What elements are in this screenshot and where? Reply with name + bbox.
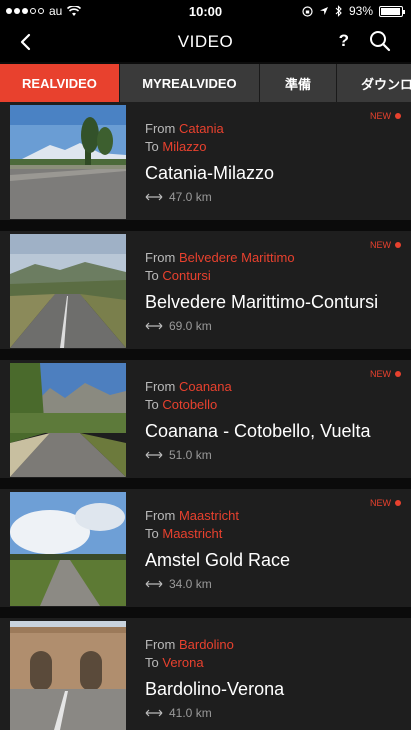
from-city: Catania <box>178 121 224 136</box>
from-city: Maastricht <box>178 508 239 523</box>
tab-myrealvideo[interactable]: MYREALVIDEO <box>120 64 260 102</box>
to-city: Contursi <box>162 268 211 283</box>
to-city: Cotobello <box>162 397 218 412</box>
video-title: Catania-Milazzo <box>145 163 275 183</box>
to-label: To <box>145 655 159 670</box>
new-dot-icon <box>395 371 401 377</box>
video-item-catania-milazzo[interactable]: From Catania To Milazzo Catania-Milazzo … <box>0 102 411 220</box>
video-title: Bardolino-Verona <box>145 679 285 699</box>
from-label: From <box>145 250 176 265</box>
to-label: To <box>145 526 159 541</box>
distance-value: 47.0 km <box>169 190 212 204</box>
from-city: Bardolino <box>178 637 234 652</box>
tab-preparation[interactable]: 準備 <box>260 64 337 102</box>
from-label: From <box>145 637 176 652</box>
page-title: VIDEO <box>177 32 234 51</box>
video-info: From Coanana To Cotobello Coanana - Coto… <box>145 378 370 462</box>
video-thumbnail <box>10 105 126 219</box>
to-label: To <box>145 397 159 412</box>
video-title: Coanana - Cotobello, Vuelta <box>145 421 371 441</box>
video-item-coanana-cotobello[interactable]: From Coanana To Cotobello Coanana - Coto… <box>0 360 411 478</box>
distance-value: 41.0 km <box>169 706 212 720</box>
distance-arrow-icon <box>145 322 163 330</box>
new-label: NEW <box>370 369 391 379</box>
new-dot-icon <box>395 113 401 119</box>
video-info: From Maastricht To Maastricht Amstel Gol… <box>145 507 290 591</box>
video-info: From Catania To Milazzo Catania-Milazzo … <box>145 120 274 204</box>
orientation-lock-icon <box>302 5 313 17</box>
battery-percent: 93% <box>348 4 373 18</box>
distance-arrow-icon <box>145 580 163 588</box>
status-bar: au 10:00 93% <box>0 0 411 22</box>
distance: 34.0 km <box>145 577 290 591</box>
to-label: To <box>145 268 159 283</box>
video-item-bardolino-verona[interactable]: From Bardolino To Verona Bardolino-Veron… <box>0 618 411 730</box>
distance-arrow-icon <box>145 451 163 459</box>
to-city: Verona <box>162 655 204 670</box>
video-thumbnail <box>10 621 126 730</box>
video-thumbnail <box>10 363 126 477</box>
bluetooth-icon <box>335 5 342 17</box>
distance-arrow-icon <box>145 709 163 717</box>
from-label: From <box>145 508 176 523</box>
video-item-belvedere-contursi[interactable]: From Belvedere Marittimo To Contursi Bel… <box>0 231 411 349</box>
video-info: From Bardolino To Verona Bardolino-Veron… <box>145 636 284 720</box>
battery-icon <box>379 5 405 17</box>
video-title: Amstel Gold Race <box>145 550 291 570</box>
new-dot-icon <box>395 242 401 248</box>
search-icon[interactable] <box>369 30 391 52</box>
navigation-bar: VIDEO ? <box>0 22 411 62</box>
distance-arrow-icon <box>145 193 163 201</box>
distance-value: 34.0 km <box>169 577 212 591</box>
distance-value: 69.0 km <box>169 319 212 333</box>
video-item-amstel-gold-race[interactable]: From Maastricht To Maastricht Amstel Gol… <box>0 489 411 607</box>
distance-value: 51.0 km <box>169 448 212 462</box>
status-right: 93% <box>302 4 405 18</box>
distance: 69.0 km <box>145 319 378 333</box>
tab-download[interactable]: ダウンロ <box>337 64 411 102</box>
distance: 51.0 km <box>145 448 370 462</box>
video-thumbnail <box>10 492 126 606</box>
new-label: NEW <box>370 240 391 250</box>
help-button[interactable]: ? <box>339 31 349 51</box>
tab-realvideo[interactable]: REALVIDEO <box>0 64 120 102</box>
new-badge: NEW <box>370 498 401 508</box>
new-label: NEW <box>370 498 391 508</box>
to-city: Milazzo <box>162 139 207 154</box>
to-city: Maastricht <box>162 526 223 541</box>
new-badge: NEW <box>370 240 401 250</box>
new-label: NEW <box>370 111 391 121</box>
to-label: To <box>145 139 159 154</box>
video-title: Belvedere Marittimo-Contursi <box>145 292 379 312</box>
distance: 47.0 km <box>145 190 274 204</box>
new-dot-icon <box>395 500 401 506</box>
tab-bar: REALVIDEO MYREALVIDEO 準備 ダウンロ <box>0 64 411 102</box>
from-label: From <box>145 379 176 394</box>
video-thumbnail <box>10 234 126 348</box>
location-icon <box>319 7 328 15</box>
from-label: From <box>145 121 176 136</box>
from-city: Coanana <box>178 379 232 394</box>
new-badge: NEW <box>370 111 401 121</box>
new-badge: NEW <box>370 369 401 379</box>
distance: 41.0 km <box>145 706 284 720</box>
from-city: Belvedere Marittimo <box>178 250 295 265</box>
video-info: From Belvedere Marittimo To Contursi Bel… <box>145 249 378 333</box>
